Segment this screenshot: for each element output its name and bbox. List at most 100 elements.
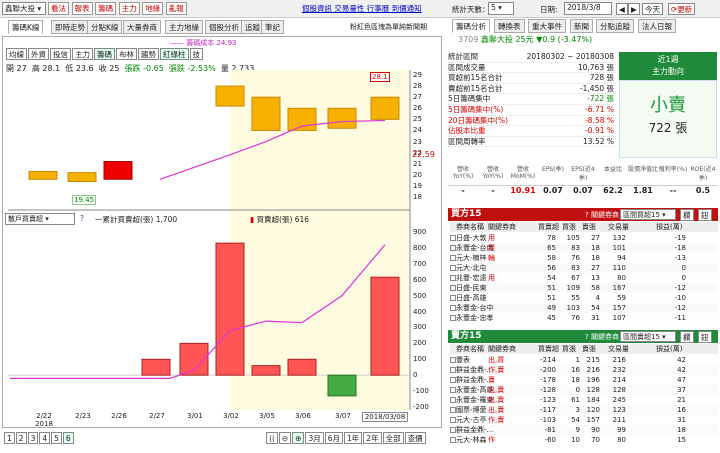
indicator-select[interactable]: 散戶買賣超 ▾ xyxy=(5,213,75,225)
metric-head-6: 股價淨值比 xyxy=(628,166,658,173)
candle-0 xyxy=(28,170,58,180)
range-1-button[interactable]: 6月 xyxy=(324,432,344,444)
sell-cell-0[interactable]: 元大-古亭 xyxy=(456,415,487,425)
summary-verdict: 小賣 xyxy=(650,95,686,116)
scroll-left-button[interactable]: ⟨⟨ xyxy=(266,432,278,444)
buy-cell-0[interactable]: 永豐金-台中 xyxy=(456,303,494,313)
right-tab-3[interactable]: 新聞 xyxy=(570,19,593,33)
sell-cell-0[interactable]: 群益金鼎-... xyxy=(456,425,493,435)
buy-col-0: 券商名稱 xyxy=(456,223,484,231)
buy-row[interactable]: 日盛-高雄 51 55 4 59 -10 xyxy=(450,293,718,303)
candle-7 xyxy=(287,107,317,131)
page-4-button[interactable]: 4 xyxy=(39,432,51,444)
buy-cell-0[interactable]: 日盛-高雄 xyxy=(456,293,487,303)
sell-cell-3: 18 xyxy=(571,376,580,384)
buy-filter: ? 關鍵券商 xyxy=(585,211,619,219)
sell-row[interactable]: 群益金鼎-... 作,賣 -200 16 216 232 42 xyxy=(450,365,718,375)
x-tick-7: 3/06 xyxy=(295,412,311,420)
buy-col-button[interactable]: 欄 xyxy=(680,209,694,221)
x-tick-2: 2/26 xyxy=(111,412,127,420)
stats-value: 13.52 % xyxy=(583,136,614,146)
sell-cell-0[interactable]: 國票-博愛 xyxy=(456,405,487,415)
sell-row[interactable]: 國票-博愛 出,賣 -117 3 120 123 16 xyxy=(450,405,718,415)
buy-cell-0[interactable]: 元大-北屯 xyxy=(456,263,487,273)
range-0-button[interactable]: 3月 xyxy=(305,432,324,444)
right-tab-4[interactable]: 分點追蹤 xyxy=(596,19,634,33)
buy-cell-6: -13 xyxy=(674,254,686,262)
buy-cell-0[interactable]: 兆豐-宏遠 xyxy=(456,273,487,283)
buy-cell-0[interactable]: 永豐金-忠孝 xyxy=(456,313,494,323)
sell-cell-6: 21 xyxy=(677,396,686,404)
sell-cell-0[interactable]: 豐表 xyxy=(456,355,470,365)
range-4-button[interactable]: 全部 xyxy=(382,432,404,444)
buy-cell-0[interactable]: 日盛-大敦 xyxy=(456,233,487,243)
sell-cell-5: 245 xyxy=(612,396,626,404)
page-6-button[interactable]: 6 xyxy=(62,432,74,444)
buy-row[interactable]: 永豐金-忠孝 45 76 31 107 -11 xyxy=(450,313,718,323)
range-5-button[interactable]: 查價 xyxy=(404,432,426,444)
zoom-out-button[interactable]: ⊖ xyxy=(278,432,292,444)
buy-row[interactable]: 日盛-民東 51 109 58 167 -12 xyxy=(450,283,718,293)
buy-cell-3: 67 xyxy=(571,274,580,282)
buy-row[interactable]: 元大-楠梓輪 58 76 18 94 -13 xyxy=(450,253,718,263)
metrics-values: - -10.91 0.07 0.07 62.2 1.81 -- 0.5 xyxy=(448,186,718,198)
zoom-in-button[interactable]: ⊕ xyxy=(292,432,305,444)
stats-value: -1,450 張 xyxy=(579,83,614,93)
range-3-button[interactable]: 2年 xyxy=(363,432,382,444)
page-5-button[interactable]: 5 xyxy=(51,432,62,444)
sell-row[interactable]: 豐表 出,買 -214 1 215 216 42 xyxy=(450,355,718,365)
stats-label: 區間周轉率 xyxy=(448,136,486,146)
sell-row[interactable]: 群益金鼎-... -81 9 90 99 18 xyxy=(450,425,718,435)
sell-row[interactable]: 永豐金-高雄 出,賣 -128 0 128 128 37 xyxy=(450,385,718,395)
candle-8 xyxy=(327,107,357,129)
right-tab-0[interactable]: 籌碼分析 xyxy=(452,19,490,33)
sell-row[interactable]: 群益金鼎-... 賣 -178 18 196 214 47 xyxy=(450,375,718,385)
sell-col-2: 買賣超 xyxy=(538,345,559,353)
x-tick-4: 3/01 xyxy=(187,412,203,420)
sell-row[interactable]: 元大-林森作 -60 10 70 80 15 xyxy=(450,435,718,445)
buy-row[interactable]: 日盛-大敦用 78 105 27 132 -19 xyxy=(450,233,718,243)
sell-cell-6: 31 xyxy=(677,416,686,424)
price-tick-11: 18 xyxy=(413,193,422,201)
page-1-button[interactable]: 1 xyxy=(4,432,15,444)
sell-cell-5: 211 xyxy=(612,416,626,424)
buy-filter-label: 關鍵券商 xyxy=(590,211,619,219)
help-icon[interactable]: ? xyxy=(80,214,84,223)
buy-row[interactable]: 兆豐-宏遠用 54 67 13 80 0 xyxy=(450,273,718,283)
buy-cell-4: 18 xyxy=(591,244,600,252)
buy-row[interactable]: 永豐金-台南用 65 83 18 101 -18 xyxy=(450,243,718,253)
sell-cell-5: 123 xyxy=(612,406,626,414)
sell-cell-2: -128 xyxy=(540,386,556,394)
sell-select[interactable]: 區間賣超15 ▾ xyxy=(620,331,676,342)
price-tick-2: 27 xyxy=(413,93,422,102)
buy-select[interactable]: 區間買超15 ▾ xyxy=(620,209,676,220)
buy-btn-button[interactable]: 鈕 xyxy=(698,209,712,221)
sell-cell-2: -81 xyxy=(544,426,556,434)
right-tab-5[interactable]: 法人日報 xyxy=(638,19,676,33)
vol-bar-5 xyxy=(215,242,245,376)
page-3-button[interactable]: 3 xyxy=(27,432,39,444)
stock-header: 3709 鑫聯大投 25元 ▼0.9 (-3.47%) xyxy=(448,34,718,46)
range-2-button[interactable]: 1年 xyxy=(344,432,363,444)
right-tab-1[interactable]: 轉換表 xyxy=(494,19,525,33)
summary-sub: 主力動向 xyxy=(652,67,684,76)
page-2-button[interactable]: 2 xyxy=(15,432,27,444)
sell-row[interactable]: 元大-古亭 作,賣 -103 54 157 211 31 xyxy=(450,415,718,425)
buy-cell-4: 31 xyxy=(591,314,600,322)
buy-cell-0[interactable]: 元大-楠梓 xyxy=(456,253,487,263)
buy-cell-0[interactable]: 日盛-民東 xyxy=(456,283,487,293)
buy-col-2: 買賣超 xyxy=(538,223,559,231)
sell-cell-6: 16 xyxy=(677,406,686,414)
sell-cell-0[interactable]: 元大-林森 xyxy=(456,435,487,445)
stock-code: 3709 xyxy=(458,35,479,44)
sell-col-button[interactable]: 欄 xyxy=(680,331,694,343)
right-tab-2[interactable]: 重大事件 xyxy=(528,19,566,33)
buy-cell-4: 58 xyxy=(591,284,600,292)
candle-1 xyxy=(67,172,97,182)
vol-tick-1: 800 xyxy=(413,243,427,252)
sell-btn-button[interactable]: 鈕 xyxy=(698,331,712,343)
buy-row[interactable]: 元大-北屯 56 83 27 110 0 xyxy=(450,263,718,273)
sell-cell-2: -117 xyxy=(540,406,556,414)
sell-row[interactable]: 永豐金-羅東 出,賣 -123 61 184 245 21 xyxy=(450,395,718,405)
buy-row[interactable]: 永豐金-台中 49 103 54 157 -12 xyxy=(450,303,718,313)
